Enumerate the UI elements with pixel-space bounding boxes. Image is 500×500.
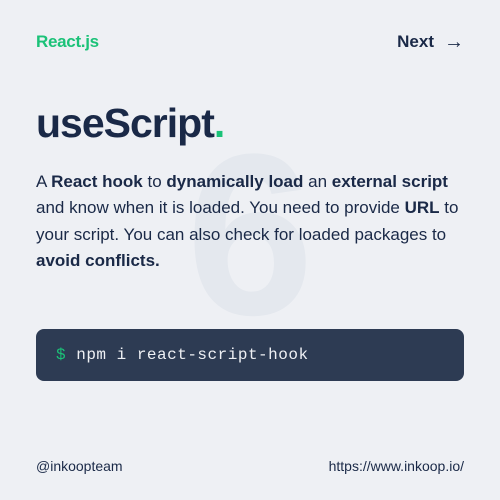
desc-t3: an — [303, 172, 331, 191]
main-content: useScript. A React hook to dynamically l… — [36, 100, 464, 381]
desc-b5: avoid conflicts. — [36, 251, 160, 270]
desc-b1: React hook — [51, 172, 143, 191]
next-label: Next — [397, 32, 434, 52]
header: React.js Next → — [36, 32, 464, 52]
footer-url: https://www.inkoop.io/ — [329, 458, 464, 474]
brand-label: React.js — [36, 32, 99, 52]
terminal-command: npm i react-script-hook — [66, 346, 308, 364]
terminal-prompt: $ — [56, 346, 66, 364]
footer-handle: @inkoopteam — [36, 458, 123, 474]
title-dot: . — [214, 100, 224, 146]
terminal-block: $ npm i react-script-hook — [36, 329, 464, 381]
footer: @inkoopteam https://www.inkoop.io/ — [36, 458, 464, 474]
desc-b3: external script — [332, 172, 448, 191]
desc-b2: dynamically load — [166, 172, 303, 191]
next-link[interactable]: Next → — [397, 32, 464, 52]
page-title: useScript. — [36, 100, 464, 147]
desc-t2: to — [143, 172, 167, 191]
desc-t1: A — [36, 172, 51, 191]
description: A React hook to dynamically load an exte… — [36, 169, 464, 274]
title-text: useScript — [36, 100, 214, 146]
arrow-right-icon: → — [444, 32, 464, 52]
desc-t4: and know when it is loaded. You need to … — [36, 198, 405, 217]
desc-b4: URL — [405, 198, 440, 217]
